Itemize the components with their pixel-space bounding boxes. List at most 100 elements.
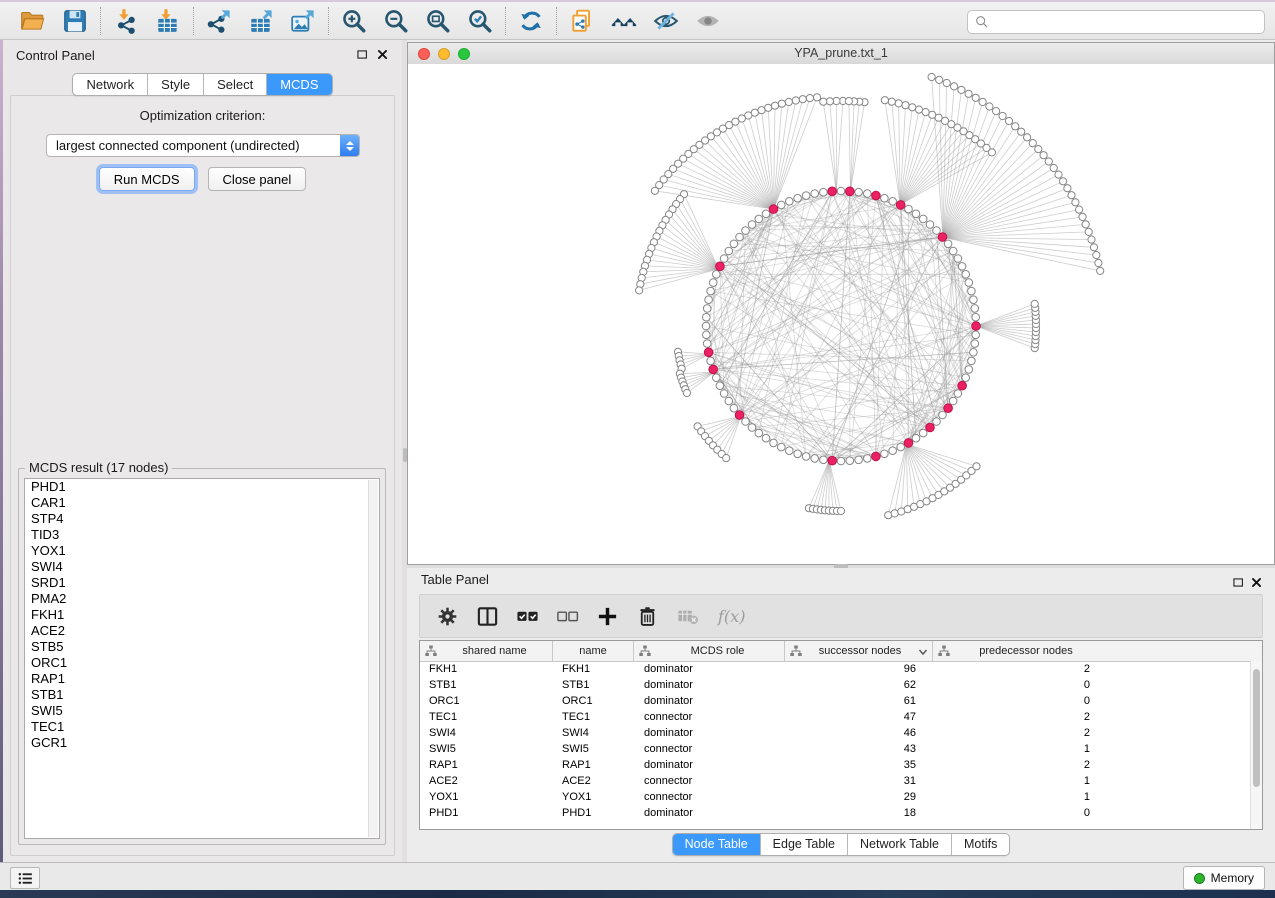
graph-node[interactable] (888, 98, 895, 105)
add-row-icon[interactable] (596, 605, 619, 628)
graph-node[interactable] (895, 100, 902, 107)
graph-node[interactable] (792, 97, 799, 104)
graph-hub-node[interactable] (926, 423, 935, 432)
table-cell[interactable]: dominator (634, 725, 785, 741)
table-row[interactable]: SWI5SWI5connector431 (420, 741, 1251, 757)
column-header-name[interactable]: name (553, 641, 634, 661)
graph-node[interactable] (971, 340, 979, 348)
graph-node[interactable] (965, 366, 973, 374)
graph-node[interactable] (1024, 134, 1031, 141)
graph-node[interactable] (1079, 213, 1086, 220)
zoom-fit-icon[interactable] (425, 8, 451, 34)
close-panel-icon[interactable] (376, 48, 389, 61)
graph-node[interactable] (965, 90, 972, 97)
graph-node[interactable] (1005, 117, 1012, 124)
table-row[interactable]: TEC1TEC1connector472 (420, 709, 1251, 725)
graph-node[interactable] (855, 188, 863, 196)
graph-node[interactable] (912, 210, 920, 218)
graph-node[interactable] (912, 434, 920, 442)
graph-node[interactable] (926, 221, 934, 229)
tab-select[interactable]: Select (203, 74, 266, 95)
graph-node[interactable] (962, 374, 970, 382)
graph-node[interactable] (936, 76, 943, 83)
graph-node[interactable] (846, 457, 854, 465)
graph-node[interactable] (730, 240, 738, 248)
graph-node[interactable] (786, 198, 794, 206)
refresh-layout-icon[interactable] (518, 8, 544, 34)
deselect-all-icon[interactable] (556, 605, 579, 628)
table-row[interactable]: RAP1RAP1dominator352 (420, 757, 1251, 773)
table-row[interactable]: YOX1YOX1connector291 (420, 789, 1251, 805)
table-cell[interactable]: 0 (933, 805, 1102, 821)
table-scrollbar-thumb[interactable] (1253, 669, 1260, 787)
graph-node[interactable] (954, 390, 962, 398)
network-graph[interactable] (408, 64, 1274, 564)
show-log-button[interactable] (10, 867, 40, 889)
graph-node[interactable] (703, 305, 711, 313)
tab-edge-table[interactable]: Edge Table (760, 834, 847, 855)
table-cell[interactable]: connector (634, 709, 785, 725)
search-input[interactable] (990, 12, 1264, 32)
graph-node[interactable] (703, 313, 711, 321)
tab-style[interactable]: Style (147, 74, 203, 95)
table-cell[interactable]: 0 (933, 677, 1102, 693)
hide-selected-icon[interactable] (653, 8, 679, 34)
table-row[interactable]: FKH1FKH1dominator962 (420, 661, 1251, 677)
graph-hub-node[interactable] (872, 452, 881, 461)
graph-node[interactable] (1072, 199, 1079, 206)
graph-node[interactable] (944, 240, 952, 248)
graph-node[interactable] (683, 389, 690, 396)
graph-node[interactable] (919, 215, 927, 223)
table-cell[interactable]: 2 (933, 725, 1102, 741)
graph-node[interactable] (881, 194, 889, 202)
graph-node[interactable] (723, 455, 730, 462)
graph-node[interactable] (1097, 267, 1104, 274)
table-row[interactable]: ACE2ACE2connector311 (420, 773, 1251, 789)
zoom-out-icon[interactable] (383, 8, 409, 34)
table-cell[interactable]: YOX1 (553, 789, 634, 805)
zoom-in-icon[interactable] (341, 8, 367, 34)
graph-node[interactable] (970, 349, 978, 357)
graph-node[interactable] (765, 104, 772, 111)
graph-node[interactable] (725, 247, 733, 255)
float-panel-icon[interactable] (356, 48, 369, 61)
graph-hub-node[interactable] (896, 201, 905, 210)
graph-node[interactable] (794, 194, 802, 202)
graph-node[interactable] (770, 439, 778, 447)
tab-mcds[interactable]: MCDS (266, 74, 331, 95)
graph-node[interactable] (993, 108, 1000, 115)
graph-node[interactable] (1055, 171, 1062, 178)
graph-node[interactable] (702, 322, 710, 330)
graph-node[interactable] (725, 397, 733, 405)
graph-node[interactable] (1085, 228, 1092, 235)
table-cell[interactable]: dominator (634, 805, 785, 821)
column-header-MCDS-role[interactable]: MCDS role (634, 641, 785, 661)
table-cell[interactable]: 62 (785, 677, 933, 693)
graph-node[interactable] (813, 94, 820, 101)
graph-node[interactable] (1095, 259, 1102, 266)
graph-node[interactable] (1035, 146, 1042, 153)
memory-button[interactable]: Memory (1183, 866, 1265, 890)
column-header-successor-nodes[interactable]: successor nodes (785, 641, 933, 661)
graph-node[interactable] (1050, 164, 1057, 171)
graph-node[interactable] (915, 106, 922, 113)
graph-node[interactable] (1045, 158, 1052, 165)
mcds-result-item[interactable]: GCR1 (25, 735, 379, 751)
graph-node[interactable] (909, 104, 916, 111)
table-cell[interactable]: dominator (634, 693, 785, 709)
graph-node[interactable] (1029, 140, 1036, 147)
import-table-icon[interactable] (155, 8, 181, 34)
table-cell[interactable]: SWI5 (553, 741, 634, 757)
table-cell[interactable]: PHD1 (420, 805, 553, 821)
export-image-icon[interactable] (290, 8, 316, 34)
table-cell[interactable]: 1 (933, 741, 1102, 757)
table-cell[interactable]: connector (634, 741, 785, 757)
graph-node[interactable] (636, 287, 643, 294)
table-cell[interactable]: 46 (785, 725, 933, 741)
graph-node[interactable] (651, 187, 658, 194)
graph-node[interactable] (928, 73, 935, 80)
graph-node[interactable] (1064, 185, 1071, 192)
mcds-result-item[interactable]: RAP1 (25, 671, 379, 687)
table-settings-icon[interactable] (436, 605, 459, 628)
graph-node[interactable] (802, 192, 810, 200)
